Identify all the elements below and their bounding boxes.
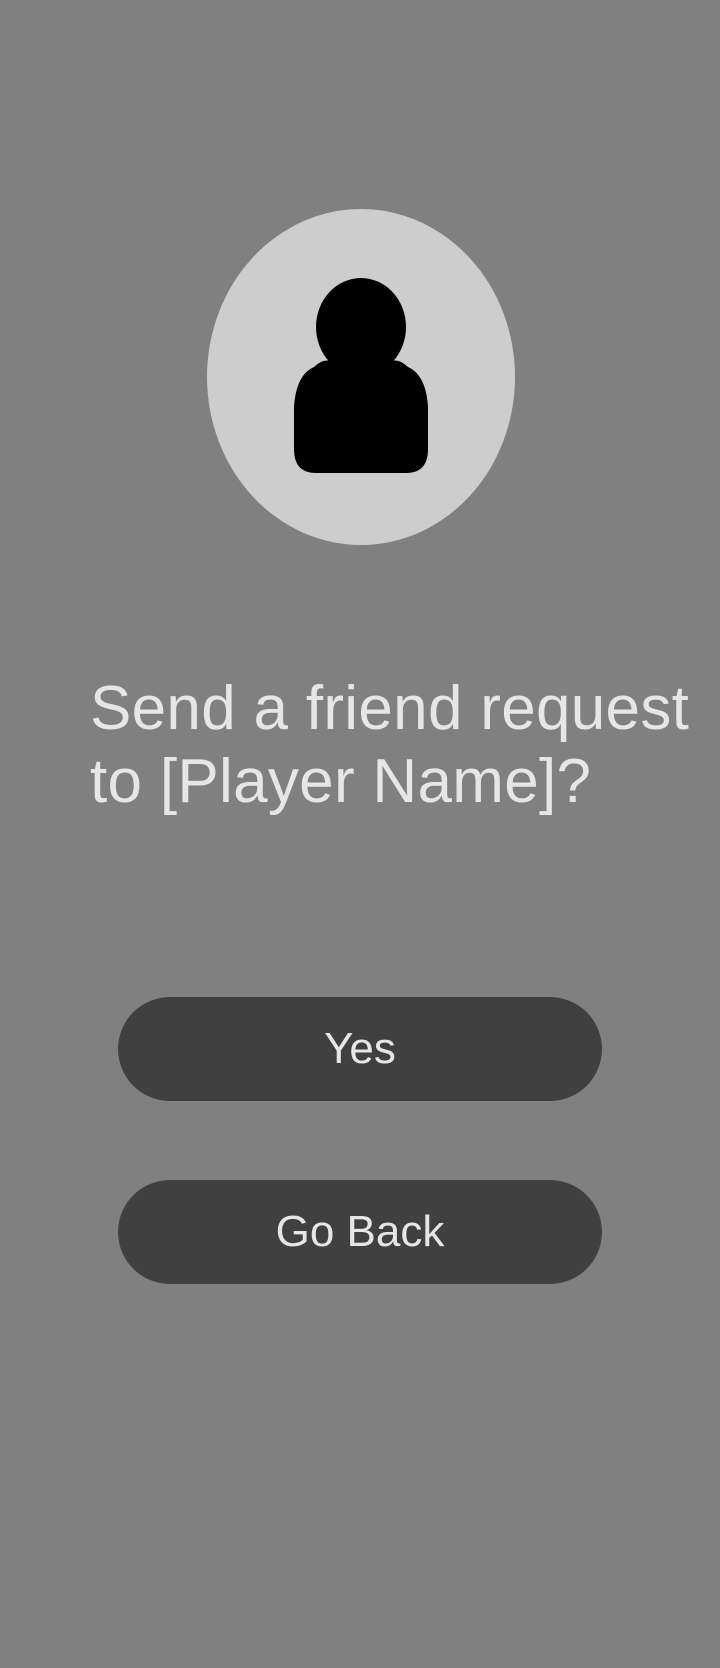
friend-request-prompt: Send a friend request to [Player Name]? (90, 674, 690, 816)
yes-button[interactable]: Yes (118, 997, 602, 1101)
go-back-button[interactable]: Go Back (118, 1180, 602, 1284)
user-silhouette-icon (294, 278, 428, 473)
player-avatar (207, 209, 515, 545)
yes-button-label: Yes (324, 1024, 396, 1073)
go-back-button-label: Go Back (275, 1207, 445, 1256)
